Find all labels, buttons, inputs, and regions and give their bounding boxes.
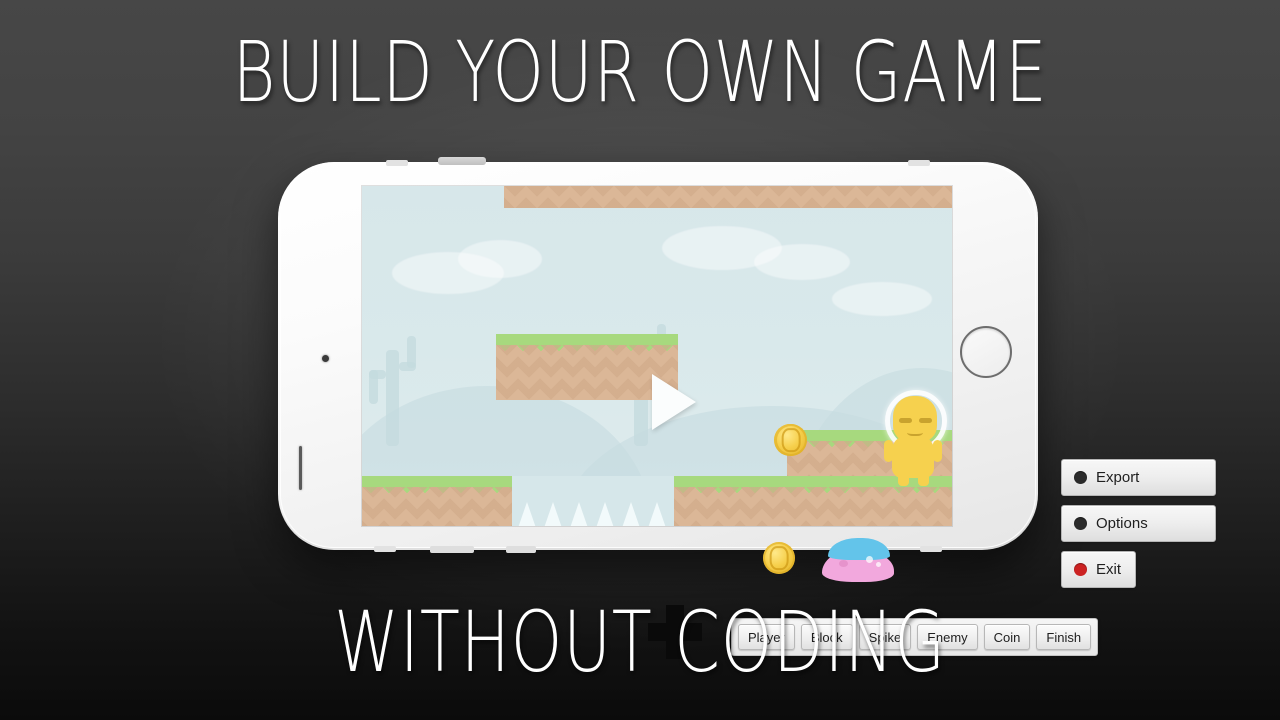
dirt-texture [674, 487, 952, 526]
player-mouth [907, 428, 923, 436]
dirt-texture [504, 186, 952, 208]
player-arm-right [933, 440, 942, 462]
player-eye-right [919, 418, 932, 423]
enemy-slime[interactable] [822, 538, 894, 582]
antenna-nub-bottom-right [920, 546, 942, 552]
spike-icon[interactable] [622, 502, 640, 526]
antenna-nub-top-right [908, 160, 930, 166]
spike-icon[interactable] [596, 502, 614, 526]
bullet-icon [1074, 471, 1087, 484]
game-editor-screen[interactable] [362, 186, 952, 526]
ground-right[interactable] [674, 476, 952, 526]
coin-icon[interactable] [763, 542, 795, 574]
editor-menu: Export Options Exit [1061, 459, 1216, 597]
page-subtitle: WITHOUT CODING [334, 593, 946, 691]
play-button[interactable] [652, 374, 696, 430]
volume-button[interactable] [438, 157, 486, 165]
export-button-label: Export [1096, 469, 1140, 486]
ground-left[interactable] [362, 476, 512, 526]
coin-icon[interactable] [775, 424, 807, 456]
platform-ceiling[interactable] [504, 186, 952, 208]
speaker-grille [430, 546, 474, 553]
cloud-icon [832, 282, 932, 316]
dirt-texture [362, 487, 512, 526]
spike-icon[interactable] [648, 502, 666, 526]
spike-icon[interactable] [518, 502, 536, 526]
cloud-icon [754, 244, 850, 280]
player-body [892, 436, 934, 478]
bullet-icon [1074, 517, 1087, 530]
enemy-highlight [839, 560, 848, 567]
antenna-nub-top-left [386, 160, 408, 166]
front-camera-icon [322, 355, 329, 362]
spike-icon[interactable] [544, 502, 562, 526]
antenna-nub-bottom-left [374, 546, 396, 552]
cloud-icon [458, 240, 542, 278]
player-eye-left [899, 418, 912, 423]
spike-pit [512, 476, 674, 526]
lightning-port [506, 546, 536, 553]
page-title: BUILD YOUR OWN GAME [232, 23, 1048, 121]
smartphone-mockup: Export Options Exit Player Block Spike E… [278, 157, 1216, 659]
options-button-label: Options [1096, 515, 1148, 532]
enemy-highlight [866, 556, 873, 563]
cactus-icon [369, 336, 416, 446]
promo-banner: BUILD YOUR OWN GAME Export Options Exit … [0, 0, 1280, 720]
exit-button-label: Exit [1096, 561, 1122, 578]
enemy-cap [828, 538, 890, 560]
options-button[interactable]: Options [1061, 505, 1216, 542]
enemy-highlight [876, 562, 881, 567]
exit-button[interactable]: Exit [1061, 551, 1136, 588]
spike-icon[interactable] [570, 502, 588, 526]
player-character[interactable] [876, 390, 950, 486]
earpiece-slit [299, 446, 302, 490]
home-button[interactable] [960, 326, 1012, 378]
platform-floating[interactable] [496, 334, 678, 400]
bullet-icon [1074, 563, 1087, 576]
export-button[interactable]: Export [1061, 459, 1216, 496]
dirt-texture [496, 345, 678, 400]
